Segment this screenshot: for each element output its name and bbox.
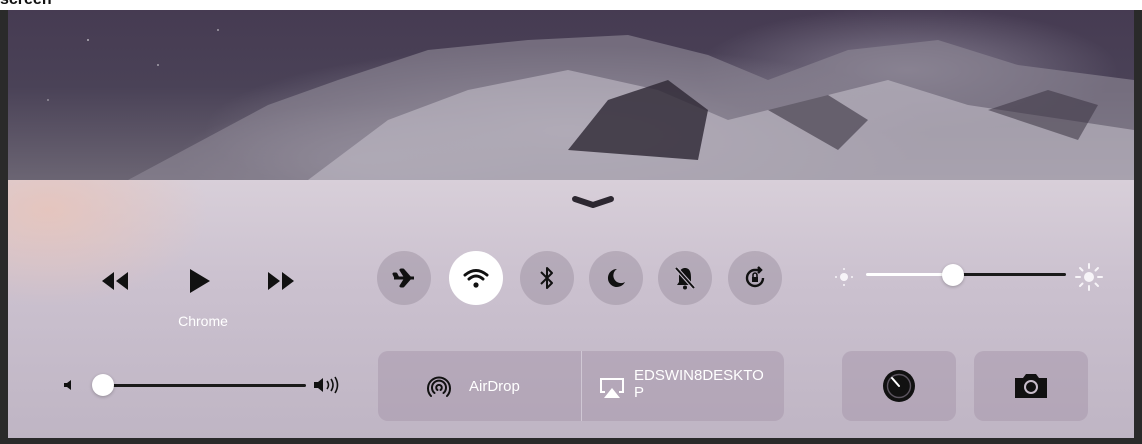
- volume-slider-thumb[interactable]: [92, 374, 114, 396]
- brightness-track-fill: [866, 273, 954, 276]
- top-caption-fragment: screen: [0, 0, 1142, 10]
- airdrop-icon: [427, 376, 451, 397]
- rotation-lock-icon: [745, 266, 765, 288]
- bluetooth-toggle[interactable]: [520, 251, 574, 305]
- airplay-icon: [600, 378, 624, 398]
- brightness-slider-thumb[interactable]: [942, 264, 964, 286]
- volume-low-icon: [64, 380, 71, 390]
- mountain-wallpaper-art: [47, 29, 1134, 180]
- airplane-mode-toggle[interactable]: [377, 251, 431, 305]
- airplay-label-line1: EDSWIN8DESKTO: [634, 367, 764, 384]
- airdrop-button[interactable]: AirDrop: [378, 351, 581, 421]
- wallpaper: [8, 10, 1134, 180]
- control-center-panel: Chrome AirDrop EDSWIN8DESKTO P: [8, 180, 1134, 438]
- bluetooth-icon: [540, 267, 553, 289]
- mute-toggle[interactable]: [658, 251, 712, 305]
- fast-forward-icon[interactable]: [260, 268, 300, 294]
- camera-icon: [1015, 374, 1047, 398]
- screenshot-frame: Chrome AirDrop EDSWIN8DESKTO P: [0, 10, 1142, 444]
- play-icon[interactable]: [178, 268, 218, 294]
- moon-icon: [607, 268, 625, 287]
- airdrop-label: AirDrop: [469, 378, 520, 395]
- now-playing-label: Chrome: [178, 313, 228, 329]
- grabber-chevron-icon[interactable]: [571, 195, 615, 209]
- brightness-track-rest: [954, 273, 1066, 276]
- wifi-icon: [463, 269, 489, 288]
- airplay-button[interactable]: EDSWIN8DESKTO P: [582, 351, 784, 421]
- brightness-low-icon: [835, 268, 853, 286]
- timer-button[interactable]: [842, 351, 956, 421]
- wifi-toggle[interactable]: [449, 251, 503, 305]
- rewind-icon[interactable]: [96, 268, 136, 294]
- ipad-screen: Chrome AirDrop EDSWIN8DESKTO P: [8, 10, 1134, 438]
- timer-icon: [883, 370, 915, 402]
- brightness-high-icon: [1075, 263, 1103, 291]
- caption-text: screen: [0, 0, 52, 9]
- rotation-lock-toggle[interactable]: [728, 251, 782, 305]
- volume-high-icon: [314, 376, 339, 394]
- airplay-label-line2: P: [634, 384, 645, 401]
- volume-track: [100, 384, 306, 387]
- do-not-disturb-toggle[interactable]: [589, 251, 643, 305]
- bell-slash-icon: [674, 266, 696, 290]
- airplane-icon: [392, 268, 414, 288]
- camera-button[interactable]: [974, 351, 1088, 421]
